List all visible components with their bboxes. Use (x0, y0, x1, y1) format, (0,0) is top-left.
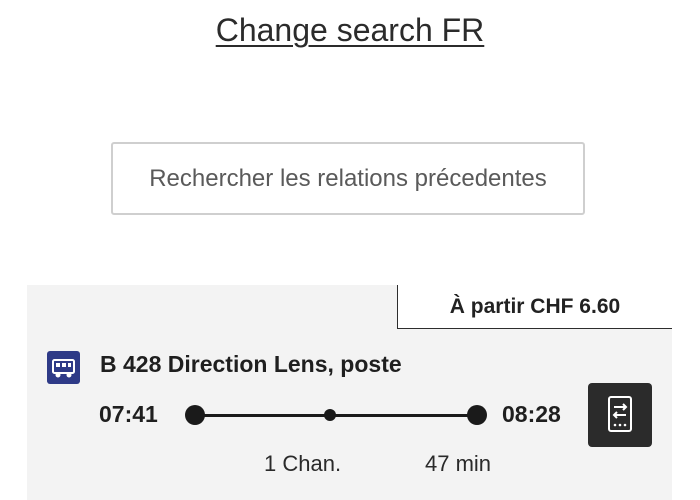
ticket-icon (608, 396, 632, 432)
change-search-container: Change search FR (0, 12, 700, 49)
changes-count: 1 Chan. (264, 451, 342, 476)
price-tab: À partir CHF 6.60 (397, 285, 672, 329)
route-end-dot (467, 405, 487, 425)
previous-connections-button[interactable]: Rechercher les relations précedentes (111, 142, 585, 215)
truncated-heading-fragment (300, 0, 400, 6)
route-change-dot (324, 409, 336, 421)
trip-duration: 47 min (425, 451, 492, 476)
route-start-dot (185, 405, 205, 425)
arrival-time: 08:28 (502, 401, 561, 427)
line-direction-title: B 428 Direction Lens, poste (100, 351, 402, 377)
ticket-button[interactable] (588, 383, 652, 447)
route-timeline (185, 403, 487, 427)
route-line (193, 414, 479, 417)
bus-icon (47, 351, 80, 384)
change-search-link[interactable]: Change search FR (216, 12, 485, 48)
connection-card[interactable]: À partir CHF 6.60 B 428 Direction Lens, … (27, 285, 672, 500)
departure-time: 07:41 (99, 401, 158, 427)
